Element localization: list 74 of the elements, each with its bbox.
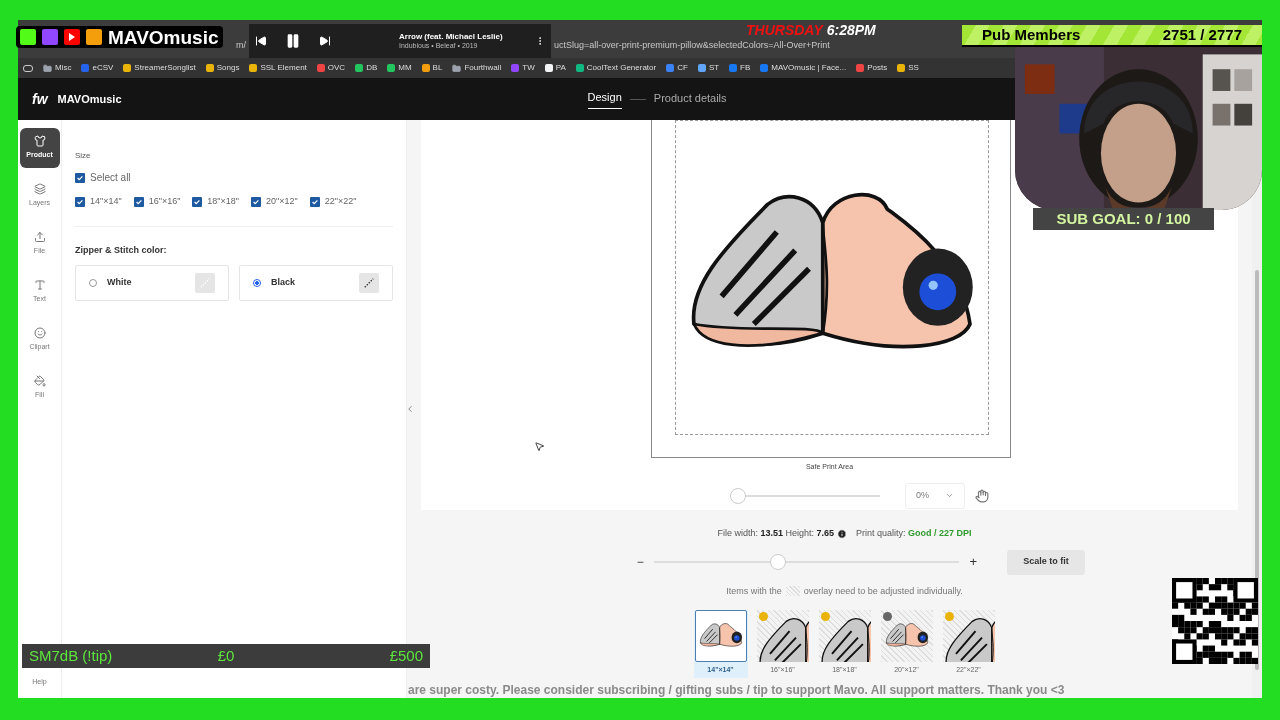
stitch-swatch-icon	[359, 273, 379, 293]
bookmark[interactable]: StreamerSonglist	[123, 62, 196, 74]
zoom-out-button[interactable]: −	[634, 553, 647, 571]
previous-icon[interactable]	[255, 35, 267, 47]
url-text: uctSlug=all-over-print-premium-pillow&selectedColors=All-Over+Print	[554, 38, 830, 52]
bookmark[interactable]: SSL Element	[249, 62, 307, 74]
cursor-icon	[534, 441, 545, 452]
zoom-in-button[interactable]: +	[967, 552, 980, 572]
url-text: m/	[236, 38, 246, 52]
upload-icon	[33, 231, 46, 244]
scale-to-fit-button[interactable]: Scale to fit	[1007, 549, 1085, 575]
bookmark[interactable]: Fourthwall	[452, 62, 502, 74]
tip-goal-bar: SM7dB (!tip) £0 £500	[22, 644, 430, 668]
checkmark-icon	[193, 197, 202, 206]
bookmark[interactable]: TW	[511, 62, 535, 74]
color-option[interactable]: Black	[239, 265, 393, 301]
next-icon[interactable]	[319, 35, 331, 47]
step-tab[interactable]: Design	[587, 89, 622, 109]
bookmark[interactable]: CoolText Generator	[575, 62, 657, 74]
info-icon[interactable]	[837, 528, 848, 539]
note-text: Items with the	[726, 584, 782, 598]
bookmark[interactable]: BL	[421, 62, 443, 74]
ticker-text: are super costy. Please consider subscribing / gifting subs / tip to support Mavo. All support matters. Thank you <3	[408, 682, 1066, 699]
checkmark-icon	[76, 197, 84, 206]
hand-icon[interactable]	[975, 488, 989, 503]
note-text: overlay need to be adjusted individually.	[803, 584, 963, 598]
bookmark[interactable]: PA	[544, 62, 566, 74]
bookmark[interactable]: eCSV	[81, 62, 114, 74]
bookmark[interactable]: Posts	[856, 62, 888, 74]
hatch-swatch-icon	[785, 586, 800, 597]
bookmark[interactable]: FB	[729, 62, 751, 74]
bookmark[interactable]: MAVOmusic | Face...	[760, 62, 847, 74]
checkmark-icon	[134, 197, 143, 206]
text-icon	[33, 279, 46, 292]
bookmark[interactable]: DB	[355, 62, 378, 74]
checkbox[interactable]: 14"×14"	[75, 195, 122, 209]
time-label: 6:28PM	[826, 23, 876, 37]
song-title: Arrow (feat. Michael Leslie)	[399, 31, 503, 42]
shirt-icon	[33, 135, 46, 148]
step-tab[interactable]: Product details	[653, 89, 727, 109]
members-banner: Pub Members 2751 / 2777	[962, 25, 1262, 47]
section-title: Size	[75, 150, 91, 162]
chevron-down-icon	[945, 491, 954, 500]
bookmark[interactable]: ST	[697, 62, 720, 74]
checkbox[interactable]: 22"×22"	[309, 195, 357, 209]
bookmark[interactable]: Songs	[205, 62, 240, 74]
section-title: Zipper & Stitch color:	[75, 243, 167, 257]
checkbox[interactable]: 18"×18"	[192, 195, 239, 209]
channel-name: MAVOmusic	[107, 27, 220, 47]
day-label: THURSDAY	[746, 23, 823, 37]
logo: fw	[32, 89, 48, 109]
checkbox[interactable]: Select all	[75, 170, 131, 185]
sub-goal: SUB GOAL: 0 / 100	[1033, 208, 1214, 230]
zoom-select[interactable]: 0%	[905, 482, 965, 509]
checkmark-icon	[76, 173, 84, 182]
bookmark[interactable]: Misc	[43, 62, 72, 74]
layers-icon	[33, 183, 46, 196]
bookmark[interactable]: OVC	[316, 62, 346, 74]
stitch-swatch-icon	[195, 273, 215, 293]
bookmark[interactable]: SS	[897, 62, 919, 74]
checkbox[interactable]: 16"×16"	[133, 195, 181, 209]
color-option[interactable]: White	[75, 265, 229, 301]
bookmark[interactable]: CF	[666, 62, 688, 74]
store-name: MAVOmusic	[57, 91, 122, 107]
bookmark[interactable]: MM	[387, 62, 412, 74]
checkbox[interactable]: 20"×12"	[251, 195, 298, 209]
checkmark-icon	[252, 197, 260, 206]
checkmark-icon	[310, 197, 319, 206]
file-info: File width: 13.51 Height: 7.65 Print quality: Good / 227 DPI	[717, 527, 972, 541]
pause-icon[interactable]	[285, 33, 301, 49]
tab-search-icon[interactable]	[23, 64, 33, 72]
paint-bucket-icon	[33, 375, 46, 388]
smiley-icon	[33, 327, 46, 340]
qr-code-icon	[1172, 578, 1258, 664]
